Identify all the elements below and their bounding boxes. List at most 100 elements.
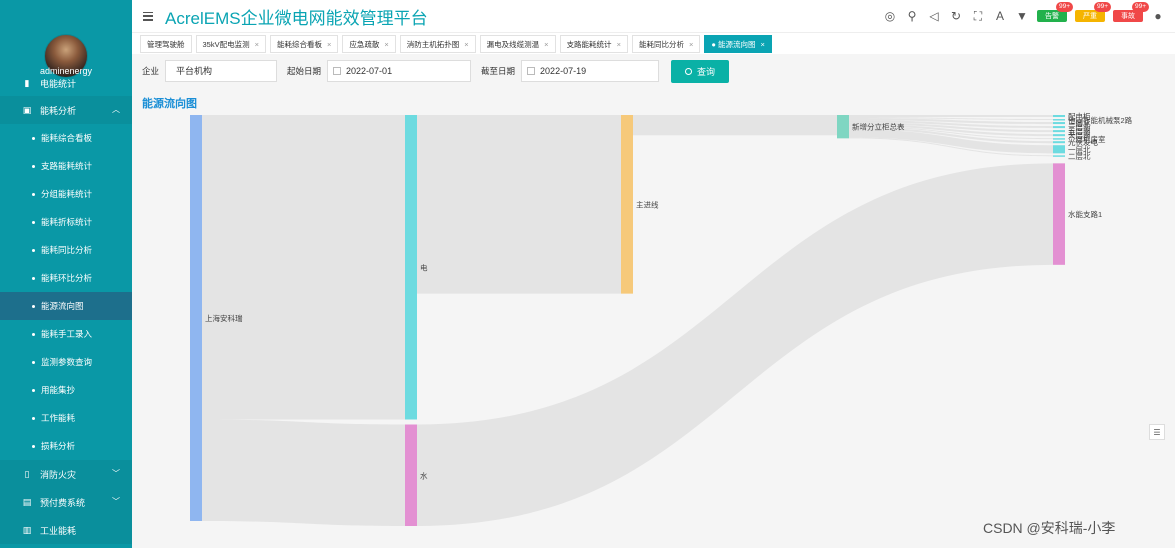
- header-toolbar: ◎ ⚲ ◁ ↻ ⛶ A ▼ 告警 99+ 严重 99+ 事故 99+ ●: [879, 0, 1175, 32]
- tab-item[interactable]: 管理驾驶舱: [140, 34, 192, 53]
- alarm-count: 99+: [1093, 2, 1111, 12]
- sidebar-subitem[interactable]: 工作能耗: [0, 404, 132, 432]
- sankey-node-label: 上海安科瑞: [205, 313, 243, 323]
- prepay-icon: ▤: [22, 496, 32, 507]
- sankey-node[interactable]: [1053, 163, 1065, 265]
- menu-toggle-icon[interactable]: [143, 11, 153, 21]
- sidebar-subitem-label: 能源流向图: [41, 301, 84, 311]
- help-ring-icon[interactable]: ◎: [883, 9, 897, 23]
- tab-item[interactable]: ● 能源流向图 ×: [704, 34, 772, 53]
- chevron-up-icon: ︿: [112, 105, 120, 114]
- alarm-label: 事故: [1121, 13, 1135, 20]
- chevron-down-icon: ﹀: [112, 469, 120, 478]
- sidebar-subitem[interactable]: 能耗手工录入: [0, 320, 132, 348]
- sankey-node[interactable]: [1053, 145, 1065, 154]
- volume-icon[interactable]: ◁: [927, 9, 941, 23]
- sankey-node[interactable]: [1053, 115, 1065, 118]
- sankey-node[interactable]: [405, 115, 417, 420]
- search-icon[interactable]: ⚲: [905, 9, 919, 23]
- sidebar-subitems: 能耗综合看板 支路能耗统计 分组能耗统计 能耗折标统计 能耗同比分析 能耗环比分析能源流向…: [0, 124, 132, 460]
- sankey-node[interactable]: [1053, 119, 1065, 121]
- app-root: adminenergy ▮ 电能统计 ▣ 能耗分析 ︿ 能耗综合看板 支路能耗统计…: [0, 0, 1175, 548]
- sidebar-subitem[interactable]: 分组能耗统计: [0, 180, 132, 208]
- sidebar-subitem[interactable]: 能耗综合看板: [0, 124, 132, 152]
- sankey-link[interactable]: [849, 115, 1053, 118]
- sankey-node[interactable]: [1053, 130, 1065, 133]
- query-button[interactable]: 查询: [671, 59, 730, 83]
- tab-close-icon[interactable]: ×: [464, 40, 468, 49]
- user-icon[interactable]: ●: [1151, 9, 1165, 23]
- sankey-node[interactable]: [1053, 138, 1065, 140]
- sankey-node[interactable]: [837, 115, 849, 139]
- sidebar-subitem[interactable]: 能耗同比分析: [0, 236, 132, 264]
- sidebar-group-label: 能耗分析: [40, 105, 77, 116]
- sankey-node[interactable]: [1053, 134, 1065, 137]
- sidebar-subitem-label: 工作能耗: [41, 413, 76, 423]
- theme-shirt-icon[interactable]: ▼: [1015, 9, 1029, 23]
- company-select[interactable]: 平台机构: [165, 60, 278, 82]
- sidebar-subitem[interactable]: 能耗折标统计: [0, 208, 132, 236]
- sidebar-subitem[interactable]: 支路能耗统计: [0, 152, 132, 180]
- sidebar-group-prepay[interactable]: ▤ 预付费系统 ﹀: [0, 488, 132, 516]
- sankey-node[interactable]: [621, 115, 633, 294]
- tab-close-icon[interactable]: ×: [689, 40, 693, 49]
- start-date-label: 起始日期: [287, 66, 322, 76]
- tab-label: 能耗综合看板: [277, 39, 322, 49]
- bullet-icon: [32, 220, 35, 224]
- tab-item[interactable]: 能耗同比分析 ×: [631, 34, 701, 53]
- alarm-badge-serious[interactable]: 严重 99+: [1075, 2, 1111, 22]
- end-date-field[interactable]: 2022-07-19: [521, 60, 660, 82]
- tab-close-icon[interactable]: ×: [544, 40, 548, 49]
- sidebar-subitem[interactable]: 用能集抄: [0, 376, 132, 404]
- sankey-node[interactable]: [1053, 141, 1065, 144]
- tab-item[interactable]: 应急疏散 ×: [342, 34, 396, 53]
- sankey-node-label: 二层北: [1068, 152, 1091, 161]
- sidebar-group-industrial[interactable]: ▥ 工业能耗: [0, 516, 132, 544]
- alarm-badge-accident[interactable]: 事故 99+: [1113, 2, 1149, 22]
- tab-label: 支路能耗统计: [566, 39, 612, 49]
- sidebar-subitem[interactable]: 监测参数查询: [0, 348, 132, 376]
- sankey-link[interactable]: [202, 419, 405, 527]
- sidebar-subitem[interactable]: 损耗分析: [0, 432, 132, 460]
- tab-item[interactable]: 漏电及线缆测温 ×: [479, 34, 556, 53]
- sankey-link[interactable]: [202, 115, 405, 420]
- sankey-node[interactable]: [1053, 155, 1065, 157]
- fullscreen-icon[interactable]: ⛶: [971, 9, 985, 23]
- font-size-icon[interactable]: A: [993, 9, 1007, 23]
- sidebar-subitem-label: 用能集抄: [41, 385, 76, 395]
- tab-label: 35kV配电监测: [202, 39, 250, 49]
- tab-item[interactable]: 支路能耗统计 ×: [559, 34, 628, 53]
- adjust-settings-icon[interactable]: ☰: [1149, 424, 1165, 440]
- start-date-field[interactable]: 2022-07-01: [327, 60, 472, 82]
- sankey-node[interactable]: [190, 115, 202, 521]
- bullet-icon: [32, 332, 35, 336]
- tab-close-icon[interactable]: ×: [327, 40, 331, 49]
- tab-item[interactable]: 消防主机拓扑图 ×: [399, 34, 476, 53]
- tab-close-icon[interactable]: ×: [617, 40, 621, 49]
- sankey-node[interactable]: [1053, 122, 1065, 125]
- filter-bar: 企业 平台机构 起始日期 2022-07-01 截至日期 2022-07-19 …: [132, 54, 1175, 88]
- sidebar-subitem[interactable]: 能源流向图: [0, 292, 132, 320]
- tab-close-icon[interactable]: ×: [255, 40, 259, 49]
- refresh-icon[interactable]: ↻: [949, 9, 963, 23]
- tab-close-icon[interactable]: ×: [760, 40, 764, 49]
- bullet-icon: [32, 304, 35, 308]
- tab-label: 管理驾驶舱: [147, 39, 185, 49]
- sidebar-group-energy-analysis[interactable]: ▣ 能耗分析 ︿: [0, 96, 132, 124]
- tab-label: 应急疏散: [349, 39, 380, 49]
- sankey-link[interactable]: [633, 115, 837, 136]
- sidebar-item-power-stats[interactable]: ▮ 电能统计: [0, 78, 132, 89]
- bullet-icon: [32, 360, 35, 364]
- sankey-node[interactable]: [1053, 126, 1065, 129]
- bullet-icon: [32, 444, 35, 448]
- tab-close-icon[interactable]: ×: [384, 40, 388, 49]
- sidebar-subitem[interactable]: 能耗环比分析: [0, 264, 132, 292]
- tab-item[interactable]: 35kV配电监测 ×: [195, 34, 266, 53]
- sidebar-lower-groups: ▯ 消防火灾 ﹀ ▤ 预付费系统 ﹀ ▥ 工业能耗: [0, 460, 132, 544]
- alarm-badge-warning[interactable]: 告警 99+: [1037, 2, 1073, 22]
- tab-item[interactable]: 能耗综合看板 ×: [270, 34, 339, 53]
- sidebar-group-fire[interactable]: ▯ 消防火灾 ﹀: [0, 460, 132, 488]
- sankey-link[interactable]: [417, 115, 621, 294]
- sankey-node-label: 新增分立柜总表: [852, 122, 905, 132]
- sankey-node[interactable]: [405, 424, 417, 527]
